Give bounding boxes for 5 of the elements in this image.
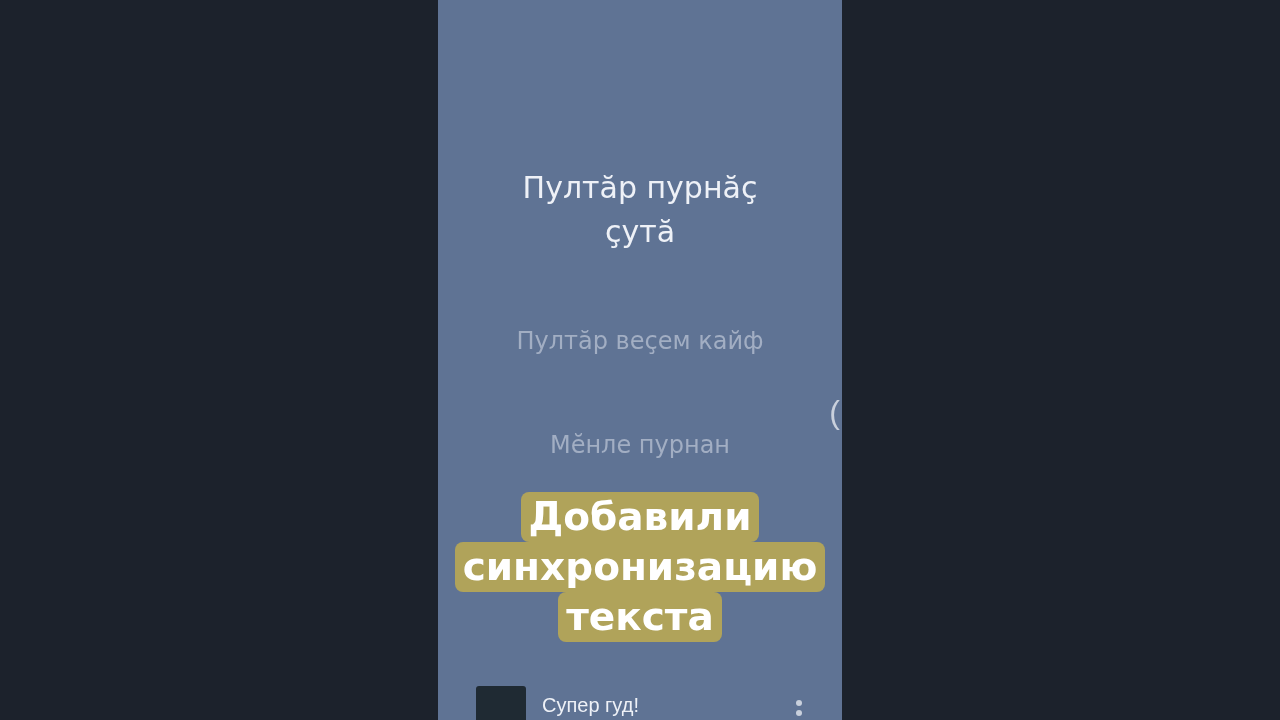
lyric-line[interactable]: Пултăр веçем кайф <box>510 324 770 358</box>
track-title[interactable]: Супер гуд! <box>542 690 780 720</box>
current-lyric-line[interactable]: Пултăр пурнăç çутă <box>510 166 770 254</box>
partial-glyph: ( <box>829 393 840 432</box>
lyric-line[interactable]: Мĕнле пурнан <box>510 428 770 462</box>
